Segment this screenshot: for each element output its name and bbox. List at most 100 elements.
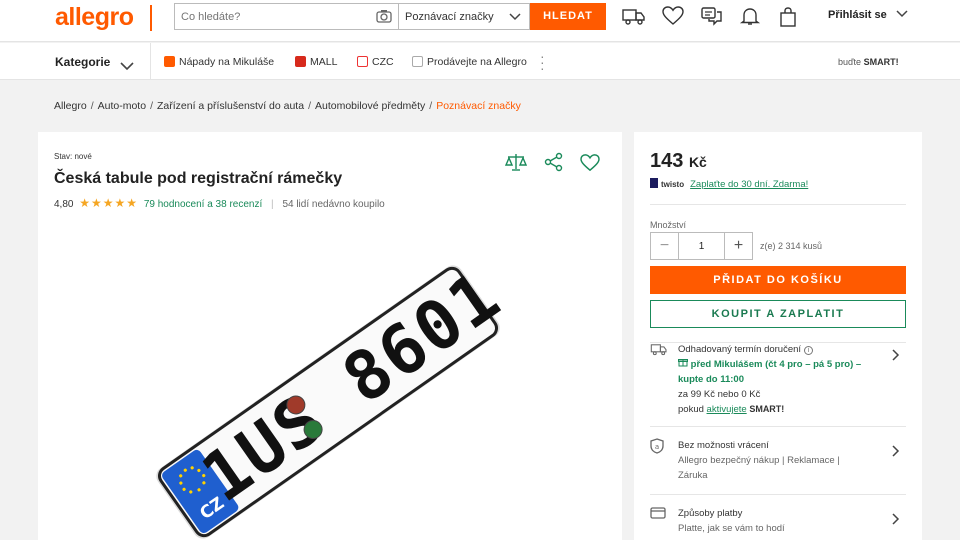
returns-title: Bez možnosti vrácení: [678, 440, 769, 451]
buy-now-button[interactable]: KOUPIT A ZAPLATIT: [650, 300, 906, 328]
search-category-value: Poznávací značky: [405, 11, 494, 23]
breadcrumb: Allegro / Auto-moto / Zařízení a příslušenst…: [54, 100, 521, 112]
product-title: Česká tabule pod registrační rámečky: [54, 170, 343, 187]
quantity-input[interactable]: [679, 233, 724, 259]
buy-box: 143 Kč twisto Zaplaťte do 30 dní. Zdarma!…: [634, 132, 922, 540]
gift-icon: [164, 56, 175, 67]
heart-icon[interactable]: [662, 6, 686, 28]
shield-icon: a: [650, 438, 664, 459]
share-icon[interactable]: [544, 152, 564, 177]
price: 143 Kč: [650, 150, 707, 173]
more-menu-icon[interactable]: · · ·: [540, 49, 545, 75]
bag-icon[interactable]: [777, 6, 801, 28]
stock-count: z(e) 2 314 kusů: [760, 241, 823, 251]
payment-subtitle: Platte, jak se vám to hodí: [678, 523, 785, 534]
smart-logo: SMART!: [863, 57, 899, 67]
chevron-right-icon[interactable]: [892, 348, 900, 366]
categories-button[interactable]: Kategorie: [55, 55, 110, 69]
top-bar: allegro Poznávací značky HLEDAT Přihlási…: [0, 0, 960, 42]
delivery-date: před Mikulášem (čt 4 pro – pá 5 pro): [690, 359, 854, 370]
quantity-decrease-button[interactable]: −: [651, 233, 679, 259]
chevron-right-icon[interactable]: [892, 512, 900, 530]
quantity-increase-button[interactable]: +: [724, 233, 752, 259]
rating-row: 4,80 ★★★★★ 79 hodnocení a 38 recenzí | 5…: [54, 196, 385, 210]
product-image[interactable]: CZ 1US 8601: [148, 252, 515, 540]
nav-divider: [150, 43, 151, 80]
delivery-price: za 99 Kč nebo 0 Kč: [678, 389, 761, 400]
chat-icon[interactable]: [700, 6, 724, 28]
svg-text:a: a: [655, 443, 659, 451]
breadcrumb-item[interactable]: Allegro: [54, 100, 87, 112]
price-value: 143: [650, 150, 684, 172]
plate-number: 1US 8601: [188, 256, 508, 518]
card-icon: [650, 506, 666, 524]
twisto-offer: twisto Zaplaťte do 30 dní. Zdarma!: [650, 178, 808, 190]
search-box: [174, 3, 399, 30]
returns-info[interactable]: a Bez možnosti vrácení Allegro bezpečný …: [650, 438, 906, 488]
smart-promo-prefix: buďte: [838, 57, 862, 67]
divider: [650, 204, 906, 205]
favorite-heart-icon[interactable]: [580, 154, 600, 177]
category-nav: Kategorie Nápady na Mikuláše MALL CZC Pr…: [0, 43, 960, 80]
login-label: Přihlásit se: [828, 9, 887, 21]
twisto-link[interactable]: Zaplaťte do 30 dní. Zdarma!: [690, 179, 808, 190]
search-input[interactable]: [181, 8, 371, 26]
nav-link-label: MALL: [310, 56, 338, 68]
quantity-stepper: − +: [650, 232, 753, 260]
nav-link-sell[interactable]: Prodávejte na Allegro: [412, 56, 527, 68]
price-currency: Kč: [688, 154, 707, 170]
compare-icon[interactable]: [505, 152, 528, 177]
login-menu[interactable]: Přihlásit se: [828, 9, 908, 21]
breadcrumb-current[interactable]: Poznávací značky: [436, 100, 521, 112]
camera-icon[interactable]: [376, 9, 392, 28]
smart-prefix: pokud: [678, 404, 704, 415]
sell-icon: [412, 56, 423, 67]
breadcrumb-item[interactable]: Automobilové předměty: [315, 100, 425, 112]
chevron-down-icon: [896, 9, 908, 21]
info-icon[interactable]: i: [804, 346, 814, 355]
add-to-cart-button[interactable]: PŘIDAT DO KOŠÍKU: [650, 266, 906, 294]
recent-buyers: 54 lidí nedávno koupilo: [282, 199, 385, 210]
bell-icon[interactable]: [739, 6, 763, 28]
product-card: Stav: nové Česká tabule pod registrační …: [38, 132, 622, 540]
search-category-select[interactable]: Poznávací značky: [399, 3, 530, 30]
smart-promo[interactable]: buďte SMART!: [838, 57, 899, 67]
divider: [650, 494, 906, 495]
nav-link-mikulas[interactable]: Nápady na Mikuláše: [164, 56, 274, 68]
logo-divider: [150, 5, 164, 31]
product-condition: Stav: nové: [54, 152, 92, 161]
breadcrumb-item[interactable]: Auto-moto: [98, 100, 146, 112]
nav-link-label: Prodávejte na Allegro: [427, 56, 527, 68]
activate-smart-link[interactable]: aktivujete: [707, 404, 747, 415]
nav-link-czc[interactable]: CZC: [357, 56, 394, 68]
twisto-brand: twisto: [661, 180, 685, 189]
payment-title: Způsoby platby: [678, 508, 743, 519]
quantity-label: Množství: [650, 220, 687, 230]
returns-subtitle: Allegro bezpečný nákup | Reklamace | Zár…: [678, 455, 840, 481]
payment-info[interactable]: Způsoby platby Platte, jak se vám to hod…: [650, 506, 906, 540]
reviews-link[interactable]: 79 hodnocení a 38 recenzí: [144, 199, 262, 210]
twisto-logo-icon: [650, 178, 658, 188]
smart-logo: SMART!: [749, 404, 785, 414]
mall-logo-icon: [295, 56, 306, 67]
nav-link-label: Nápady na Mikuláše: [179, 56, 275, 68]
search-button[interactable]: HLEDAT: [530, 3, 606, 30]
nav-link-label: CZC: [372, 56, 394, 68]
product-actions: [493, 152, 600, 177]
truck-icon: [650, 342, 668, 361]
star-rating-icon: ★★★★★: [79, 196, 139, 210]
truck-icon[interactable]: [622, 6, 646, 28]
czc-logo-icon: [357, 56, 368, 67]
divider: [650, 426, 906, 427]
chevron-right-icon[interactable]: [892, 444, 900, 462]
gift-icon: [678, 359, 688, 370]
delivery-title: Odhadovaný termín doručení: [678, 344, 802, 355]
delivery-info[interactable]: Odhadovaný termín doručení i před Mikuláš…: [650, 342, 906, 426]
condition-value: nové: [74, 152, 92, 161]
chevron-down-icon[interactable]: [120, 58, 134, 76]
condition-label: Stav:: [54, 152, 73, 161]
chevron-down-icon: [509, 12, 521, 24]
nav-link-mall[interactable]: MALL: [295, 56, 337, 68]
breadcrumb-item[interactable]: Zařízení a příslušenství do auta: [157, 100, 304, 112]
allegro-logo[interactable]: allegro: [55, 3, 134, 32]
